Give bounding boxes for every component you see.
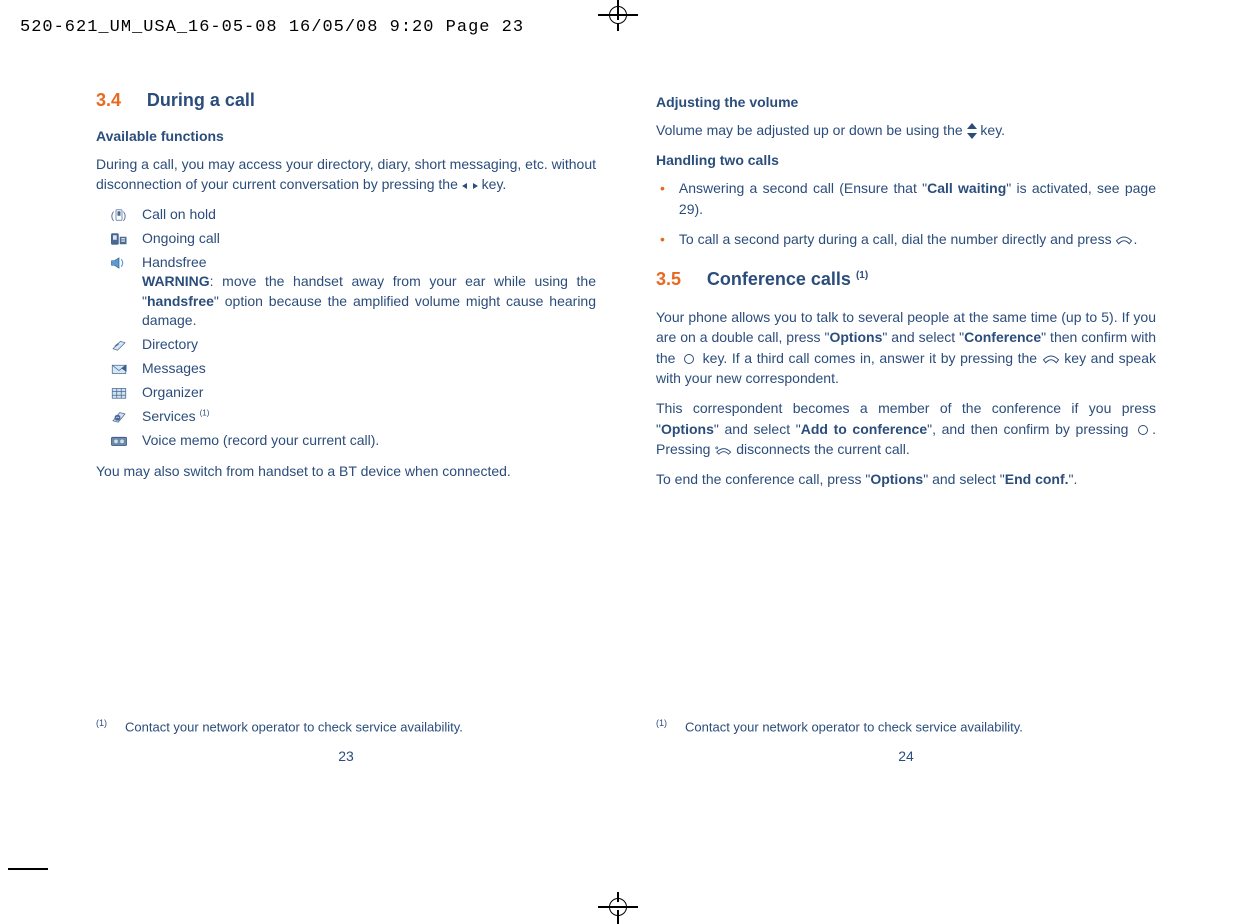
ok-key-icon bbox=[1134, 424, 1152, 436]
subheading-handling-two-calls: Handling two calls bbox=[656, 152, 1156, 168]
directory-icon bbox=[96, 335, 142, 355]
section-number: 3.4 bbox=[96, 90, 121, 110]
list-item: Messages bbox=[96, 359, 596, 379]
list-item: Ongoing call bbox=[96, 229, 596, 249]
svg-text:(: ( bbox=[111, 209, 115, 221]
page-24: Adjusting the volume Volume may be adjus… bbox=[656, 88, 1156, 794]
bullet-icon: • bbox=[660, 178, 665, 219]
left-right-arrow-icon bbox=[462, 181, 478, 191]
list-item-label: Ongoing call bbox=[142, 229, 596, 249]
page-23: 3.4 During a call Available functions Du… bbox=[96, 88, 596, 794]
list-item-label: Organizer bbox=[142, 383, 596, 403]
functions-list: () Call on hold Ongoing call Handsfree W… bbox=[96, 205, 596, 451]
subheading-available-functions: Available functions bbox=[96, 128, 596, 144]
list-item-label: Answering a second call (Ensure that "Ca… bbox=[679, 178, 1156, 219]
voice-memo-icon bbox=[96, 431, 142, 451]
footnote: (1)Contact your network operator to chec… bbox=[96, 718, 596, 734]
phone-hold-icon: () bbox=[96, 205, 142, 225]
list-item: • To call a second party during a call, … bbox=[656, 229, 1156, 249]
conference-paragraph-2: This correspondent becomes a member of t… bbox=[656, 398, 1156, 459]
up-down-key-icon bbox=[967, 123, 977, 139]
list-item: Handsfree WARNING: move the handset away… bbox=[96, 253, 596, 331]
page-number: 23 bbox=[96, 748, 596, 764]
organizer-icon bbox=[96, 383, 142, 403]
list-item-label: To call a second party during a call, di… bbox=[679, 229, 1156, 249]
print-job-header: 520-621_UM_USA_16-05-08 16/05/08 9:20 Pa… bbox=[20, 18, 524, 37]
call-key-icon bbox=[1042, 353, 1060, 365]
ongoing-call-icon bbox=[96, 229, 142, 249]
list-item: Services (1) bbox=[96, 407, 596, 427]
list-item: • Answering a second call (Ensure that "… bbox=[656, 178, 1156, 219]
section-number: 3.5 bbox=[656, 269, 681, 289]
list-item-label: Call on hold bbox=[142, 205, 596, 225]
footnote-area: (1)Contact your network operator to chec… bbox=[96, 718, 596, 764]
conference-paragraph-3: To end the conference call, press "Optio… bbox=[656, 469, 1156, 489]
list-item: Voice memo (record your current call). bbox=[96, 431, 596, 451]
list-item: Organizer bbox=[96, 383, 596, 403]
intro-paragraph: During a call, you may access your direc… bbox=[96, 154, 596, 195]
services-icon bbox=[96, 407, 142, 427]
footnote: (1)Contact your network operator to chec… bbox=[656, 718, 1156, 734]
volume-paragraph: Volume may be adjusted up or down be usi… bbox=[656, 120, 1156, 140]
bt-switch-note: You may also switch from handset to a BT… bbox=[96, 461, 596, 481]
call-key-icon bbox=[1115, 234, 1133, 246]
bullet-icon: • bbox=[660, 229, 665, 249]
list-item: () Call on hold bbox=[96, 205, 596, 225]
bullet-list: • Answering a second call (Ensure that "… bbox=[656, 178, 1156, 249]
list-item-label: Services (1) bbox=[142, 407, 596, 427]
ok-key-icon bbox=[680, 353, 698, 365]
list-item-label: Messages bbox=[142, 359, 596, 379]
conference-paragraph-1: Your phone allows you to talk to several… bbox=[656, 307, 1156, 388]
page-number: 24 bbox=[656, 748, 1156, 764]
svg-text:): ) bbox=[123, 209, 127, 221]
list-item-label: Handsfree WARNING: move the handset away… bbox=[142, 253, 596, 331]
subheading-adjusting-volume: Adjusting the volume bbox=[656, 94, 1156, 110]
footnote-area: (1)Contact your network operator to chec… bbox=[656, 718, 1156, 764]
messages-icon bbox=[96, 359, 142, 379]
section-title: Conference calls (1) bbox=[707, 269, 868, 289]
section-heading: 3.5 Conference calls (1) bbox=[656, 267, 1156, 291]
list-item: Directory bbox=[96, 335, 596, 355]
section-heading: 3.4 During a call bbox=[96, 88, 596, 112]
end-key-icon bbox=[714, 444, 732, 456]
list-item-label: Voice memo (record your current call). bbox=[142, 431, 596, 451]
list-item-label: Directory bbox=[142, 335, 596, 355]
section-title: During a call bbox=[147, 90, 255, 110]
handsfree-icon bbox=[96, 253, 142, 273]
